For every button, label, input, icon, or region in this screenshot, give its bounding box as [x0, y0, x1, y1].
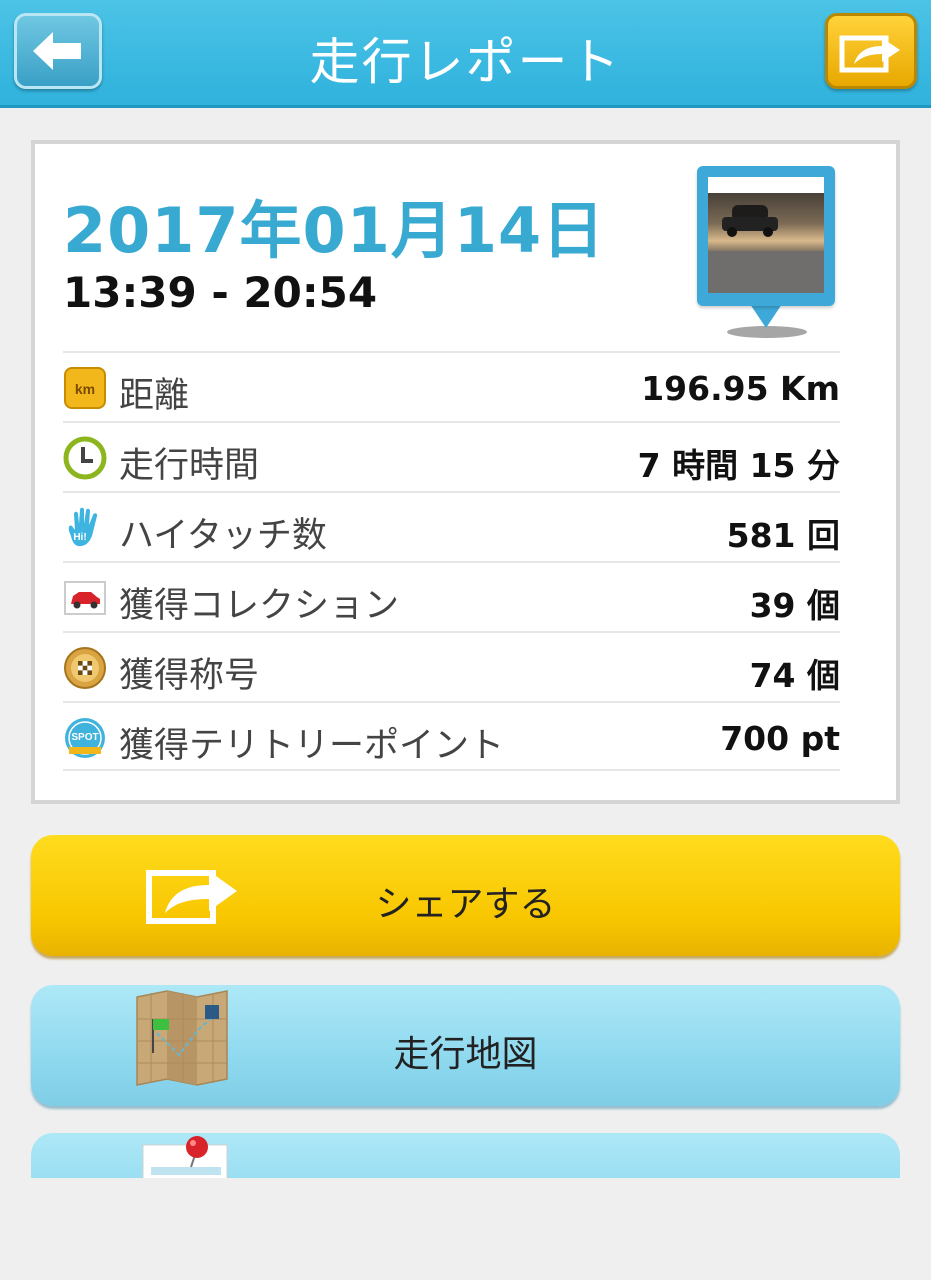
share-button[interactable]: シェアする — [31, 835, 900, 956]
high-five-hand-icon: Hi! — [68, 507, 98, 547]
page-title: 走行レポート — [309, 33, 622, 91]
bottom-blank-area — [0, 1178, 931, 1280]
stat-label: 獲得テリトリーポイント — [119, 726, 505, 766]
report-date: 2017年01月14日 — [63, 194, 606, 267]
app-header: 走行レポート — [0, 0, 931, 108]
drive-photo — [708, 177, 824, 293]
stat-row-territory-points: SPOT 獲得テリトリーポイント 700 pt — [63, 701, 840, 771]
car-card-icon — [64, 581, 106, 615]
share-arrow-icon — [839, 35, 900, 73]
stat-label: ハイタッチ数 — [119, 516, 327, 556]
clock-icon — [63, 436, 107, 480]
svg-text:Hi!: Hi! — [73, 532, 86, 543]
stat-row-high-fives: Hi! ハイタッチ数 581 回 — [63, 491, 840, 561]
checkered-medal-icon — [64, 647, 106, 689]
km-icon: km — [64, 367, 106, 409]
report-time-range: 13:39 - 20:54 — [63, 268, 378, 317]
stat-label: 獲得コレクション — [119, 586, 400, 626]
svg-text:SPOT: SPOT — [71, 732, 98, 743]
drive-map-button[interactable]: 走行地図 — [31, 985, 900, 1106]
stat-value: 581 回 — [726, 516, 840, 555]
header-share-button[interactable] — [825, 13, 917, 89]
report-card: 2017年01月14日 13:39 - 20:54 km 距離 196.95 K… — [31, 140, 900, 804]
stat-label: 走行時間 — [119, 446, 260, 486]
stat-row-collection: 獲得コレクション 39 個 — [63, 561, 840, 631]
stat-label: 距離 — [119, 376, 190, 416]
stat-row-distance: km 距離 196.95 Km — [63, 351, 840, 421]
stat-value: 196.95 Km — [641, 369, 840, 408]
stat-row-titles: 獲得称号 74 個 — [63, 631, 840, 701]
drive-map-button-label: 走行地図 — [393, 1034, 538, 1075]
stats-list: km 距離 196.95 Km 走行時間 7 時間 15 分 Hi! ハイタッチ… — [63, 351, 840, 771]
svg-text:km: km — [75, 381, 95, 397]
photo-pin-icon[interactable] — [697, 166, 837, 341]
spot-badge-icon: SPOT — [65, 718, 105, 758]
stat-value: 39 個 — [749, 586, 840, 625]
stat-value: 7 時間 15 分 — [637, 446, 840, 485]
stat-row-drive-time: 走行時間 7 時間 15 分 — [63, 421, 840, 491]
pin-tail — [750, 304, 782, 328]
share-button-label: シェアする — [375, 884, 556, 925]
stat-value: 700 pt — [720, 719, 840, 758]
stat-value: 74 個 — [749, 656, 840, 695]
stat-label: 獲得称号 — [119, 656, 260, 696]
photo-frame — [697, 166, 835, 306]
